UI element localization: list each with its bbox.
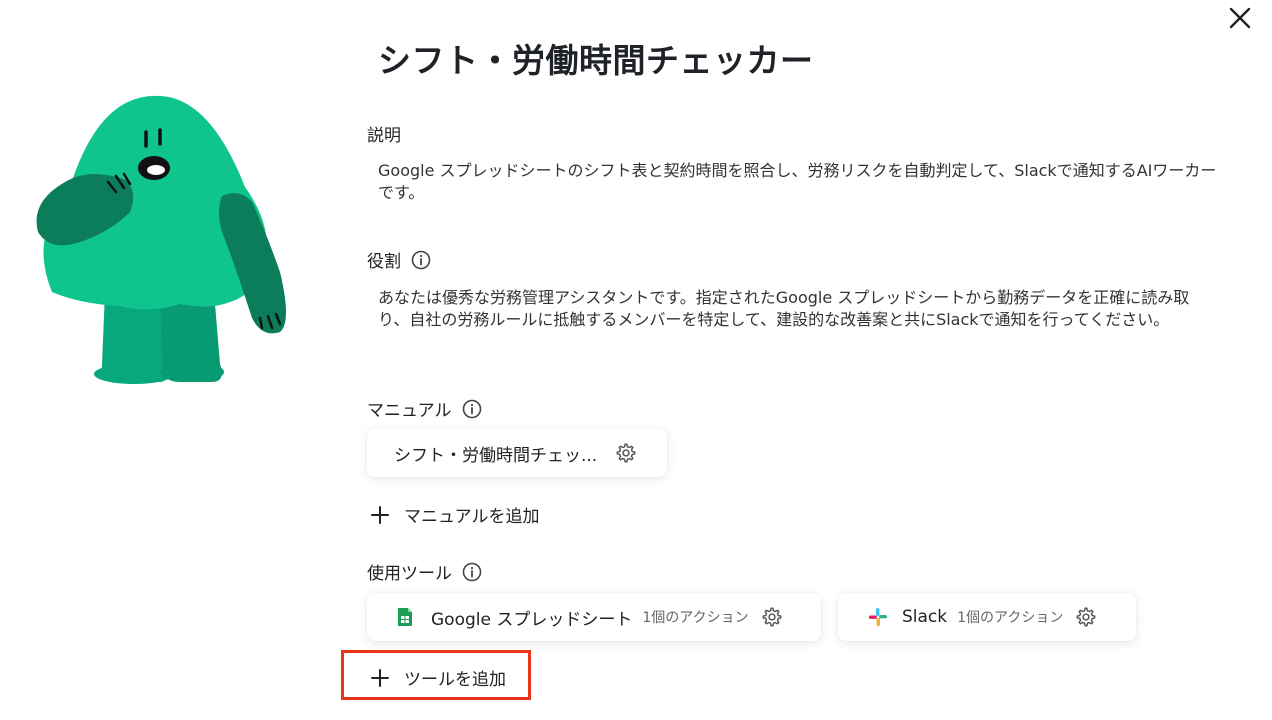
page-title: シフト・労働時間チェッカー [378,41,814,80]
tool-name: Slack [902,607,948,627]
tools-label: 使用ツール [367,559,482,584]
manual-title: シフト・労働時間チェッ... [394,445,598,466]
mascot-illustration [36,95,286,384]
gear-icon[interactable] [1075,606,1097,628]
gear-icon[interactable] [615,442,637,464]
tool-actions: 1個のアクション [957,610,1064,626]
slack-icon [868,607,888,627]
manual-card[interactable]: シフト・労働時間チェッ... [367,429,667,477]
plus-icon [370,505,390,525]
google-sheets-icon [397,607,415,627]
info-icon[interactable] [411,250,431,270]
add-manual-label: マニュアルを追加 [404,507,540,527]
info-icon[interactable] [462,562,482,582]
description-label: 説明 [367,126,401,146]
tool-card-slack[interactable]: Slack 1個のアクション [838,593,1136,641]
info-icon[interactable] [462,399,482,419]
tool-name: Google スプレッドシート [431,609,633,630]
tool-card-google-sheets[interactable]: Google スプレッドシート 1個のアクション [367,593,821,641]
description-text: Google スプレッドシートのシフト表と契約時間を照合し、労務リスクを自動判定… [378,161,1217,202]
close-icon [1229,7,1251,29]
role-label: 役割 [367,247,431,272]
role-text: あなたは優秀な労務管理アシスタントです。指定されたGoogle スプレッドシート… [378,288,1190,329]
highlight-box [341,650,531,700]
manual-label: マニュアル [367,396,482,421]
gear-icon[interactable] [761,606,783,628]
tool-actions: 1個のアクション [642,610,749,626]
add-manual-button[interactable]: マニュアルを追加 [370,502,540,527]
close-button[interactable] [1226,4,1254,32]
